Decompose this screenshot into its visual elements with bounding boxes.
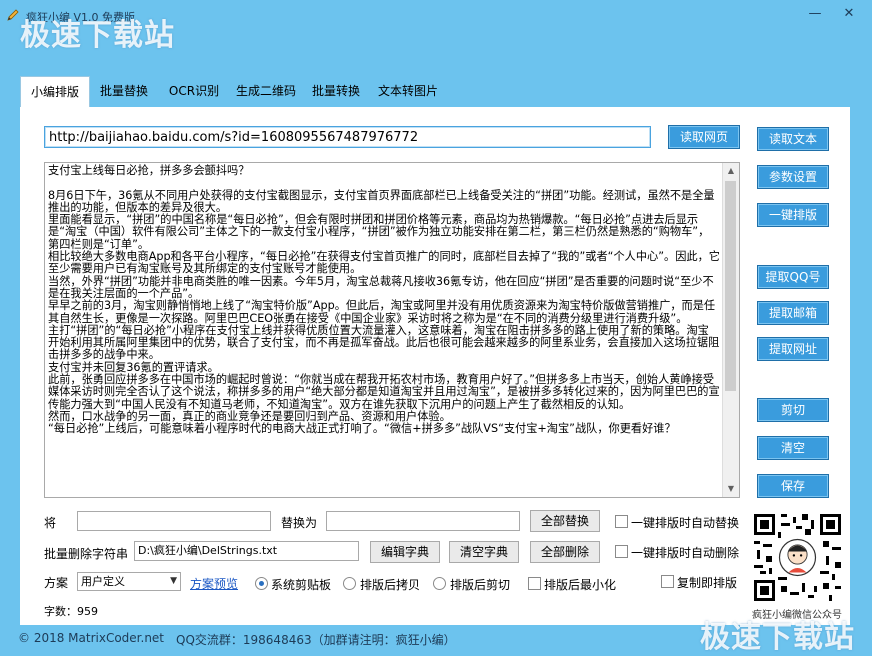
chevron-down-icon: ▼ (170, 576, 177, 586)
scroll-down-icon[interactable]: ▼ (723, 481, 739, 497)
qq-group-text: QQ交流群：198648463（加群请注明：疯狂小编） (176, 633, 456, 647)
editor-content: 支付宝上线每日必抢，拼多多会颤抖吗？ 8月6日下午，36氪从不同用户处获得的支付… (48, 164, 720, 436)
delete-strings-path[interactable]: D:\疯狂小编\DelStrings.txt (134, 541, 359, 561)
delete-all-button[interactable]: 全部删除 (530, 541, 600, 563)
scroll-up-icon[interactable]: ▲ (723, 163, 739, 179)
copy-instant-checkbox[interactable] (661, 575, 674, 588)
radio-cut-after[interactable] (433, 577, 446, 590)
watermark-top: 极速下载站 (20, 18, 175, 53)
url-input[interactable]: http://baijiahao.baidu.com/s?id=16080955… (44, 126, 651, 148)
replace-from-label: 将 (44, 516, 57, 530)
clear-button[interactable]: 清空 (757, 436, 829, 460)
tab-format[interactable]: 小编排版 (20, 76, 90, 109)
clear-dict-button[interactable]: 清空字典 (449, 541, 519, 563)
app-window: 疯狂小编 V1.0 免费版 — ✕ 极速下载站 小编排版 批量替换 OCR识别 … (0, 0, 872, 656)
fetch-webpage-button[interactable]: 读取网页 (668, 125, 740, 149)
delete-strings-label: 批量删除字符串 (44, 547, 129, 561)
minimize-after-checkbox[interactable] (528, 577, 541, 590)
save-button[interactable]: 保存 (757, 474, 829, 498)
tab-batch-convert[interactable]: 批量转换 (306, 76, 366, 108)
tab-qrcode[interactable]: 生成二维码 (230, 76, 302, 108)
edit-dict-button[interactable]: 编辑字典 (370, 541, 440, 563)
tab-text-to-image[interactable]: 文本转图片 (372, 76, 444, 108)
scheme-preview-link[interactable]: 方案预览 (190, 575, 238, 592)
auto-delete-label: 一键排版时自动删除 (631, 546, 740, 560)
param-settings-button[interactable]: 参数设置 (757, 165, 829, 189)
char-count: 字数：959 (44, 605, 98, 618)
text-editor[interactable]: 支付宝上线每日必抢，拼多多会颤抖吗？ 8月6日下午，36氪从不同用户处获得的支付… (44, 162, 740, 498)
radio-clipboard-label: 系统剪贴板 (271, 578, 332, 592)
copyright-text: © 2018 MatrixCoder.net (18, 631, 165, 645)
tab-ocr[interactable]: OCR识别 (162, 76, 226, 108)
scroll-thumb[interactable] (725, 181, 736, 391)
replace-to-label: 替换为 (281, 516, 318, 530)
read-text-button[interactable]: 读取文本 (757, 127, 829, 151)
replace-to-input[interactable] (326, 511, 520, 531)
replace-all-button[interactable]: 全部替换 (530, 510, 600, 532)
close-button[interactable]: ✕ (838, 6, 860, 22)
wechat-qr-code (754, 514, 841, 601)
scheme-label: 方案 (44, 576, 69, 590)
tab-batch-replace[interactable]: 批量替换 (92, 76, 156, 108)
extract-email-button[interactable]: 提取邮箱 (757, 301, 829, 325)
minimize-after-label: 排版后最小化 (544, 578, 617, 592)
editor-scrollbar[interactable]: ▲ ▼ (722, 163, 739, 497)
cut-button[interactable]: 剪切 (757, 398, 829, 422)
extract-qq-button[interactable]: 提取QQ号 (757, 265, 829, 289)
auto-replace-label: 一键排版时自动替换 (631, 516, 740, 530)
extract-url-button[interactable]: 提取网址 (757, 337, 829, 361)
radio-cut-after-label: 排版后剪切 (450, 578, 511, 592)
minimize-button[interactable]: — (804, 6, 826, 22)
replace-from-input[interactable] (77, 511, 271, 531)
pencil-app-icon (7, 9, 19, 21)
scheme-select[interactable]: 用户定义 ▼ (77, 572, 181, 591)
radio-copy-after[interactable] (343, 577, 356, 590)
scheme-selected: 用户定义 (81, 575, 125, 588)
copy-instant-label: 复制即排版 (677, 576, 738, 590)
one-click-format-button[interactable]: 一键排版 (757, 203, 829, 227)
watermark-bottom: 极速下载站 (700, 620, 855, 655)
radio-copy-after-label: 排版后拷贝 (360, 578, 421, 592)
radio-clipboard[interactable] (255, 577, 268, 590)
auto-delete-checkbox[interactable] (615, 545, 628, 558)
auto-replace-checkbox[interactable] (615, 515, 628, 528)
